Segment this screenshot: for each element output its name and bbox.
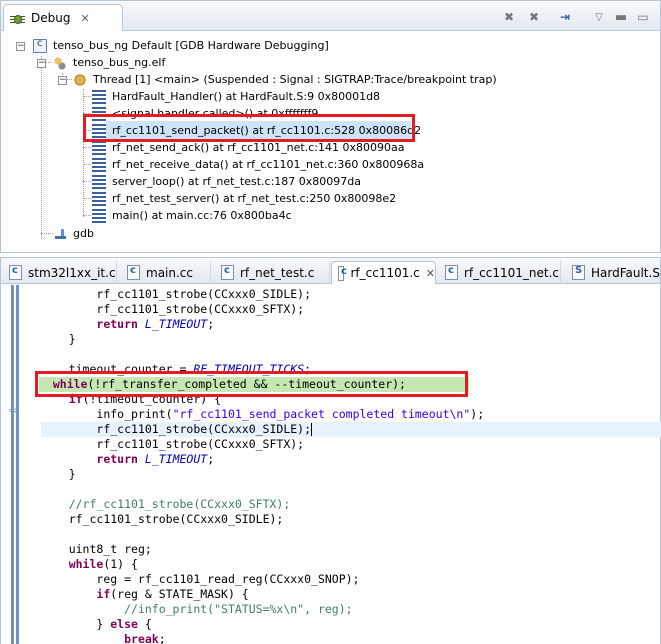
code-line: reg = rf_cc1101_read_reg(CCxxx0_SNOP); — [96, 572, 360, 586]
asm-file-icon — [572, 265, 585, 280]
stack-frame[interactable]: HardFault_Handler() at HardFault.S:9 0x8… — [91, 88, 380, 105]
close-icon[interactable]: ✕ — [80, 12, 89, 25]
thread-label: Thread [1] <main> (Suspended : Signal : … — [93, 73, 497, 86]
code-line: rf_cc1101_strobe(CCxxx0_SFTX); — [96, 302, 305, 316]
tree-node-process[interactable]: tenso_bus_ng.elf — [53, 54, 165, 71]
text-cursor — [311, 423, 313, 436]
code-line: uint8_t reg; — [68, 542, 152, 556]
tab-label: HardFault.S — [591, 265, 660, 280]
launch-config-icon — [33, 38, 47, 53]
code-line: } — [68, 332, 76, 346]
process-icon — [53, 55, 67, 70]
gdb-label: gdb — [73, 227, 94, 240]
tree-node-thread[interactable]: Thread [1] <main> (Suspended : Signal : … — [73, 71, 497, 88]
stack-frame-icon — [92, 157, 106, 172]
stack-frame-label: main() at main.cc:76 0x800ba4c — [112, 209, 292, 222]
tree-node-launch[interactable]: tenso_bus_ng Default [GDB Hardware Debug… — [33, 37, 329, 54]
remove-terminated-icon[interactable]: ✖ — [501, 9, 517, 25]
collapse-toggle-thread[interactable]: − — [58, 76, 67, 85]
code-line: info_print("rf_cc1101_send_packet comple… — [96, 407, 485, 421]
code-line: } — [68, 467, 76, 481]
tab-main-cc[interactable]: main.cc — [121, 261, 211, 284]
tab-rf-cc1101-active[interactable]: rf_cc1101.c ✕ — [331, 261, 436, 284]
tab-debug-label: Debug — [31, 11, 71, 25]
line-highlight-box — [35, 371, 468, 397]
editor-tabbar: stm32l1xx_it.c main.cc rf_net_test.c rf_… — [1, 258, 660, 284]
stack-frame-icon — [92, 174, 106, 189]
frame-highlight-box — [83, 114, 415, 142]
stack-frame-icon — [92, 140, 106, 155]
stack-frame-label: rf_net_send_ack() at rf_cc1101_net.c:141… — [112, 141, 405, 154]
suspended-thread-icon — [73, 72, 87, 87]
code-line-cursor: rf_cc1101_strobe(CCxxx0_SIDLE); — [41, 422, 661, 437]
tab-label: rf_net_test.c — [240, 265, 315, 280]
instruction-pointer-icon: ⇨ — [9, 403, 20, 417]
stack-frame-label: rf_net_test_server() at rf_net_test.c:25… — [112, 192, 397, 205]
stack-frame-icon — [92, 89, 106, 104]
c-file-icon — [9, 265, 22, 280]
stack-frame-icon — [92, 191, 106, 206]
code-editor: stm32l1xx_it.c main.cc rf_net_test.c rf_… — [0, 257, 661, 644]
tab-label: rf_cc1101_net.c — [464, 265, 559, 280]
code-line: //info_print("STATUS=%x\n", reg); — [124, 602, 353, 616]
tab-label: rf_cc1101.c — [350, 266, 420, 280]
ruler-strip — [11, 285, 14, 644]
stack-frame[interactable]: server_loop() at rf_net_test.c:187 0x800… — [91, 173, 361, 190]
maximize-icon[interactable]: ▭ — [635, 9, 651, 25]
stack-frame[interactable]: main() at main.cc:76 0x800ba4c — [91, 207, 292, 224]
vertical-ruler[interactable]: ⇨ — [1, 285, 21, 644]
c-file-icon — [338, 265, 348, 281]
tree-node-gdb[interactable]: gdb — [53, 225, 94, 242]
stack-frame-icon — [92, 208, 106, 223]
bug-icon — [10, 11, 25, 26]
c-file-icon — [127, 265, 140, 280]
process-label: tenso_bus_ng.elf — [73, 56, 166, 69]
collapse-toggle-process[interactable]: − — [37, 59, 46, 68]
c-file-icon — [221, 265, 234, 280]
code-line: return L_TIMEOUT; — [96, 317, 215, 331]
stack-frame-label: HardFault_Handler() at HardFault.S:9 0x8… — [112, 90, 381, 103]
code-line: break; — [124, 632, 166, 644]
step-filter-icon[interactable]: ⇥ — [557, 9, 573, 25]
code-line: return L_TIMEOUT; — [96, 452, 215, 466]
code-line: if(reg & STATE_MASK) { — [96, 587, 249, 601]
tab-debug[interactable]: Debug ✕ — [3, 4, 123, 31]
tab-hardfault-s[interactable]: HardFault.S — [566, 261, 661, 284]
gdb-icon — [53, 226, 67, 241]
tab-rf-net-test[interactable]: rf_net_test.c — [215, 261, 330, 284]
stack-frame-label: server_loop() at rf_net_test.c:187 0x800… — [112, 175, 361, 188]
code-area[interactable]: rf_cc1101_strobe(CCxxx0_SIDLE); rf_cc110… — [39, 285, 661, 644]
tab-label: main.cc — [146, 265, 193, 280]
view-menu-icon[interactable]: ▽ — [591, 9, 607, 25]
tab-stm32l1xx-it[interactable]: stm32l1xx_it.c — [3, 261, 117, 284]
stack-frame[interactable]: rf_net_test_server() at rf_net_test.c:25… — [91, 190, 396, 207]
ruler-strip — [16, 285, 19, 644]
close-icon[interactable]: ✕ — [426, 267, 435, 280]
tab-label: stm32l1xx_it.c — [28, 265, 116, 280]
code-line: while(1) { — [68, 557, 138, 571]
code-line: rf_cc1101_strobe(CCxxx0_SIDLE); — [96, 287, 312, 301]
collapse-toggle-launch[interactable]: − — [16, 42, 25, 51]
remove-all-terminated-icon[interactable]: ✖ — [526, 9, 542, 25]
launch-label: tenso_bus_ng Default [GDB Hardware Debug… — [53, 39, 329, 52]
stack-frame[interactable]: rf_net_receive_data() at rf_cc1101_net.c… — [91, 156, 424, 173]
debug-tabbar: Debug ✕ ✖ ✖ ⇥ ▽ ▬ ▭ — [1, 1, 660, 31]
minimize-icon[interactable]: ▬ — [613, 9, 629, 25]
code-line: rf_cc1101_strobe(CCxxx0_SFTX); — [96, 437, 305, 451]
stack-frame-label: rf_net_receive_data() at rf_cc1101_net.c… — [112, 158, 425, 171]
code-line: //rf_cc1101_strobe(CCxxx0_SFTX); — [68, 497, 291, 511]
tab-rf-cc1101-net[interactable]: rf_cc1101_net.c — [439, 261, 561, 284]
c-file-icon — [445, 265, 458, 280]
code-line: } else { — [96, 617, 152, 631]
debug-view: Debug ✕ ✖ ✖ ⇥ ▽ ▬ ▭ − tenso_bus_ng Defau… — [0, 0, 661, 253]
code-line: rf_cc1101_strobe(CCxxx0_SIDLE); — [68, 512, 284, 526]
